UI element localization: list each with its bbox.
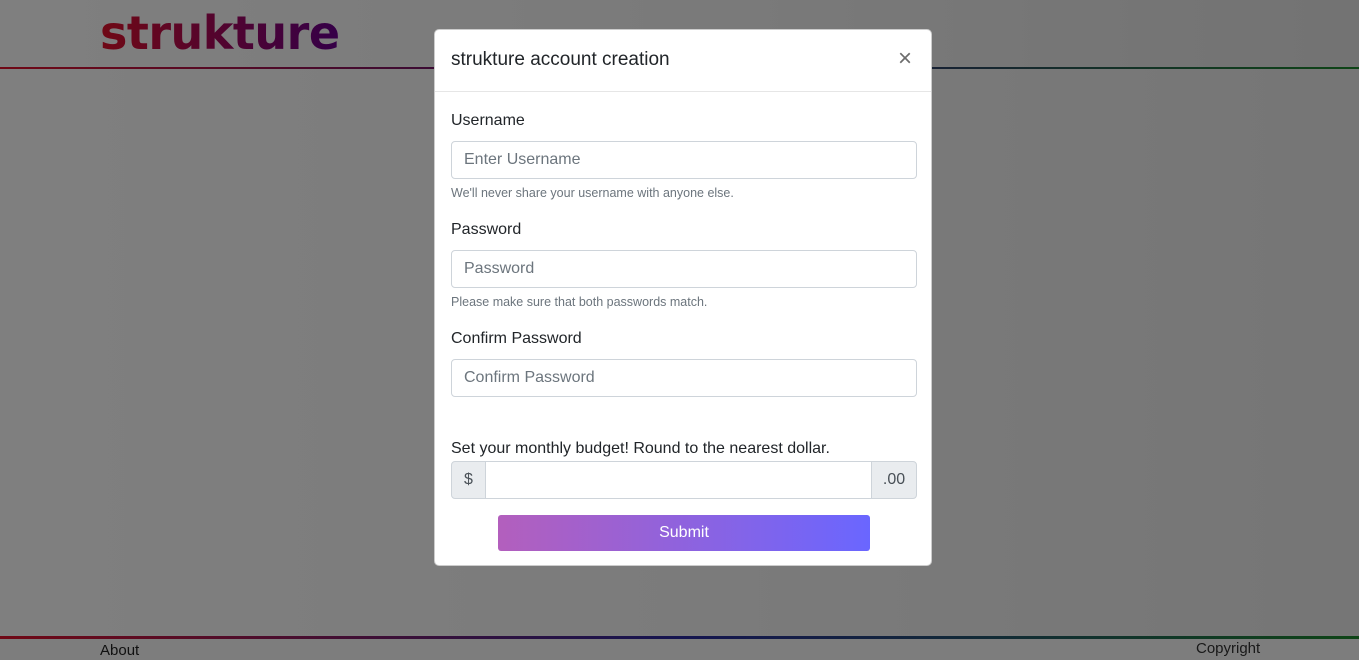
confirm-password-label: Confirm Password	[451, 330, 582, 347]
password-input[interactable]	[451, 250, 917, 288]
modal-header: strukture account creation ×	[435, 30, 931, 92]
modal-title: strukture account creation	[451, 49, 670, 70]
username-help-text: We'll never share your username with any…	[451, 186, 734, 200]
cents-suffix: .00	[871, 461, 917, 499]
password-help-text: Please make sure that both passwords mat…	[451, 295, 708, 309]
confirm-password-input[interactable]	[451, 359, 917, 397]
close-icon[interactable]: ×	[895, 47, 915, 71]
dollar-prefix: $	[451, 461, 486, 499]
budget-input[interactable]	[486, 461, 871, 499]
budget-input-group: $ .00	[451, 461, 917, 499]
username-input[interactable]	[451, 141, 917, 179]
password-label: Password	[451, 221, 522, 238]
username-label: Username	[451, 112, 525, 129]
submit-button[interactable]: Submit	[498, 515, 870, 551]
budget-label: Set your monthly budget! Round to the ne…	[451, 440, 830, 457]
account-creation-modal: strukture account creation × Username We…	[434, 29, 932, 566]
page: strukture About Copyright strukture acco…	[0, 0, 1359, 660]
